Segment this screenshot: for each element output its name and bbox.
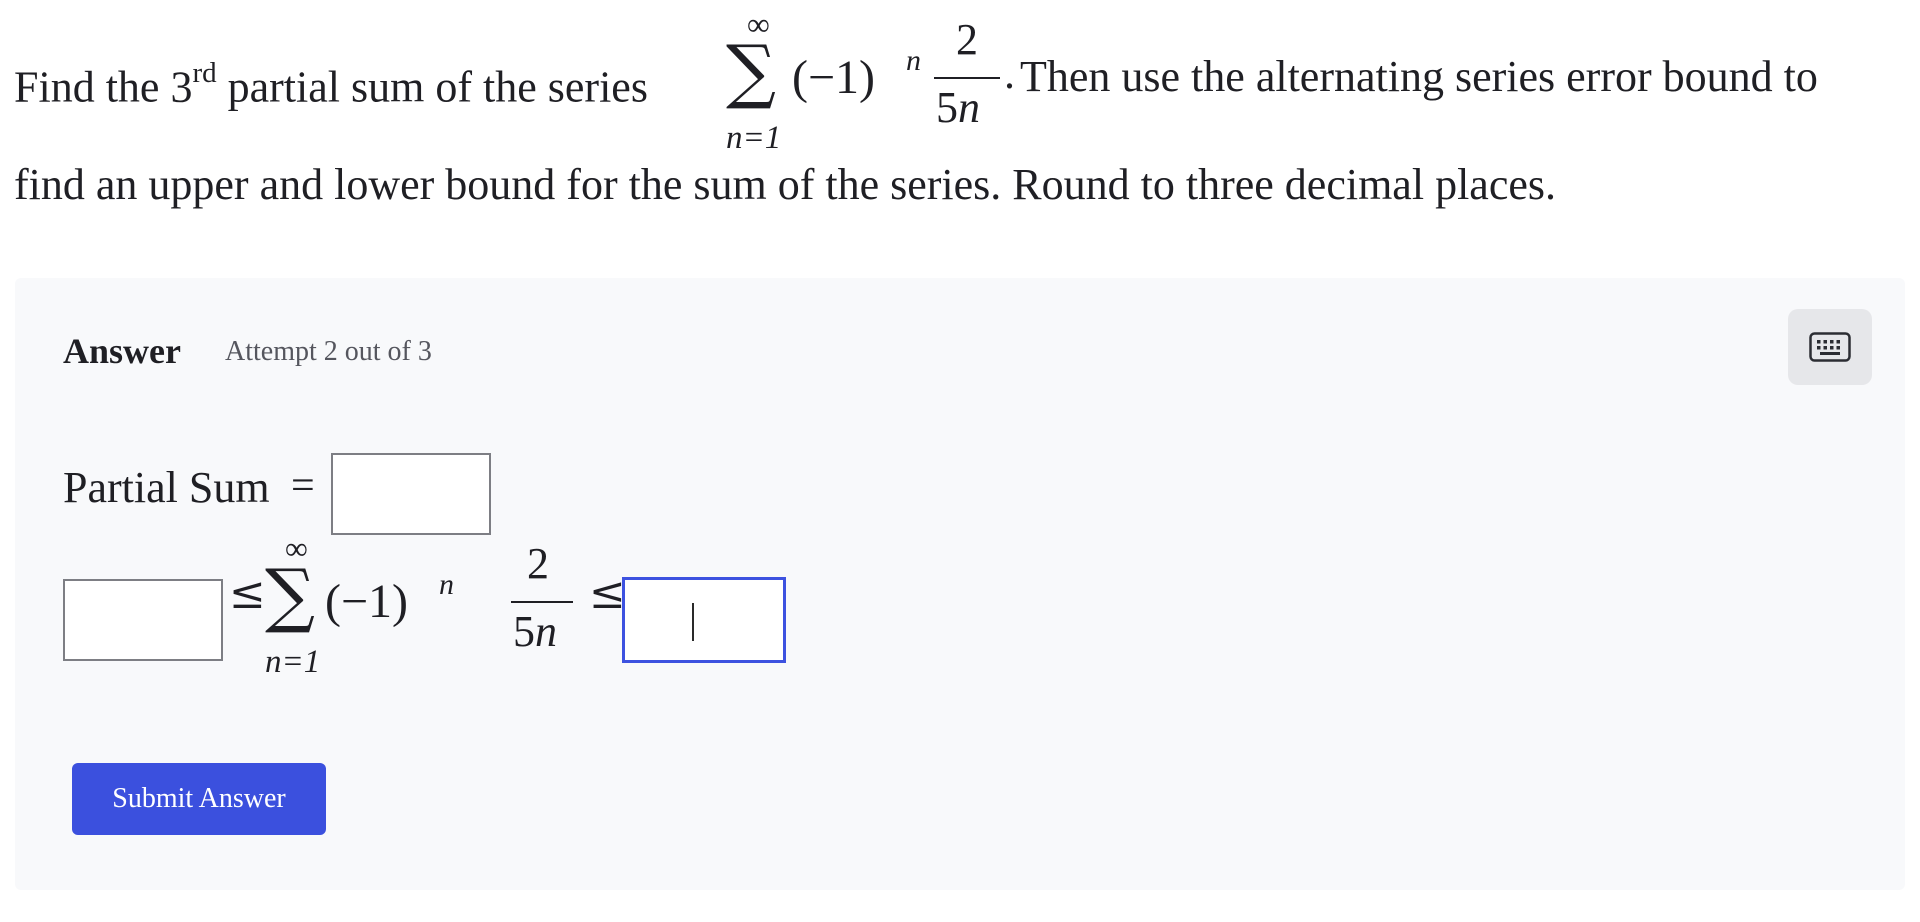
fraction-numerator-2: 2 (527, 539, 549, 588)
fraction-bar (934, 77, 1000, 79)
series-lower-limit-2: n=1 (265, 644, 321, 680)
lower-bound-input[interactable] (63, 579, 223, 661)
fraction-numerator: 2 (956, 15, 978, 64)
ordinal-suffix: rd (192, 57, 217, 89)
bound-series-expression: ≤ ∞ ∑ n=1 (−1) n 2 5n ≤ (225, 528, 626, 708)
series-term-base: (−1) (792, 51, 876, 104)
text-caret (692, 603, 694, 641)
attempt-counter: Attempt 2 out of 3 (225, 336, 432, 367)
question-middle: partial sum of the series (216, 62, 648, 112)
partial-sum-label: Partial Sum (63, 463, 270, 512)
submit-answer-button[interactable]: Submit Answer (72, 763, 326, 835)
keyboard-icon (1809, 332, 1851, 362)
question-prompt: Find the 3rd partial sum of the series ∞… (14, 0, 1906, 230)
sigma-symbol: ∑ (726, 30, 776, 112)
equals-sign: = (291, 463, 315, 509)
series-exponent-2: n (439, 568, 454, 601)
fraction-denominator-2: 5n (513, 607, 557, 656)
answer-panel: Answer Attempt 2 out of 3 Partial Sum = … (15, 278, 1905, 890)
answer-heading: Answer (63, 331, 181, 371)
question-line-1-suffix: Then use the alternating series error bo… (1020, 52, 1818, 102)
question-suffix: Then use the alternating series error bo… (1020, 52, 1818, 101)
question-line-2: find an upper and lower bound for the su… (14, 160, 1556, 209)
series-expression: ∞ ∑ n=1 (−1) n 2 5n . (722, 0, 1022, 160)
series-lower-limit: n=1 (726, 120, 782, 156)
series-period: . (1004, 49, 1015, 98)
series-term-base-2: (−1) (325, 575, 409, 628)
fraction-denominator: 5n (936, 83, 980, 132)
upper-bound-input[interactable] (622, 577, 786, 663)
fraction-bar-2 (511, 601, 573, 603)
question-prefix: Find the 3 (14, 62, 193, 112)
series-exponent: n (906, 44, 921, 77)
leq-symbol-right: ≤ (589, 568, 626, 619)
sigma-symbol-2: ∑ (265, 554, 315, 636)
math-keyboard-button[interactable] (1788, 309, 1872, 385)
partial-sum-input[interactable] (331, 453, 491, 535)
leq-symbol-left: ≤ (229, 568, 266, 619)
question-line-1: Find the 3rd partial sum of the series (14, 52, 648, 113)
